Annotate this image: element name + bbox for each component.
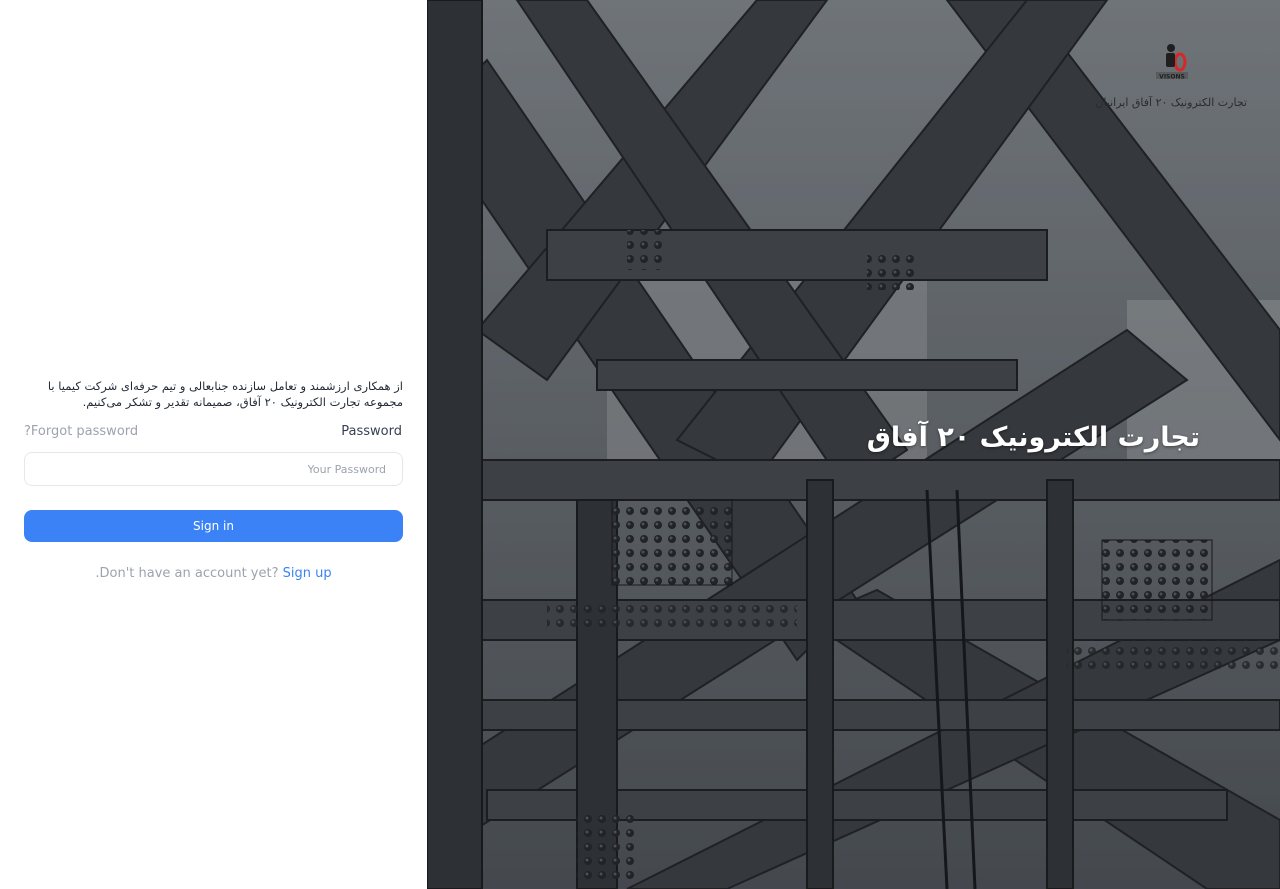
password-input[interactable] [24,452,403,486]
signup-row: .Don't have an account yet? Sign up [24,566,403,581]
login-panel: از همکاری ارزشمند و تعامل سازنده جنابعال… [0,0,427,889]
hero-title: تجارت الکترونیک ۲۰ آفاق [866,422,1200,453]
hero-panel: VISONS تجارت الکترونیک ۲۰ آفاق ایرانیان … [427,0,1280,889]
sign-up-link[interactable]: Sign up [283,566,332,581]
sign-in-button[interactable]: Sign in [24,510,403,542]
logo-caption: تجارت الکترونیک ۲۰ آفاق ایرانیان [1095,96,1247,109]
logo-wordmark: VISONS [1159,74,1185,81]
signup-prompt: .Don't have an account yet? [95,566,279,581]
forgot-password-link[interactable]: ?Forgot password [24,424,138,439]
welcome-message: از همکاری ارزشمند و تعامل سازنده جنابعال… [47,378,403,409]
visons-logo: VISONS [1156,44,1188,81]
password-label: Password [341,424,402,439]
